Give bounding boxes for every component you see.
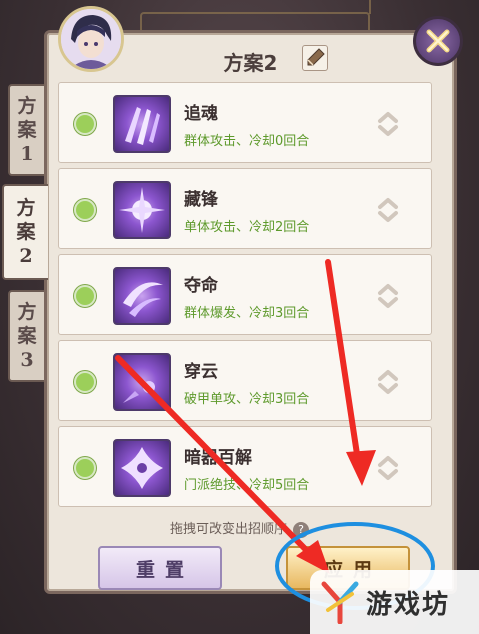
tab-label: 方 — [17, 301, 37, 323]
skill-row[interactable]: 暗器百解 门派绝技、冷却5回合 — [58, 426, 432, 507]
skill-selected-indicator[interactable] — [74, 113, 96, 135]
tab-plan-1[interactable]: 方 案 1 — [8, 84, 46, 176]
tab-label: 案 — [16, 221, 36, 243]
close-icon — [426, 29, 450, 53]
skill-name: 追魂 — [184, 104, 218, 124]
tab-label: 案 — [17, 119, 37, 141]
skill-selected-indicator[interactable] — [74, 285, 96, 307]
skill-name: 暗器百解 — [184, 448, 252, 468]
tab-label: 案 — [17, 325, 37, 347]
rename-button[interactable] — [302, 45, 328, 71]
crescent-slash-icon — [113, 267, 171, 325]
tab-label: 3 — [20, 349, 34, 371]
tab-plan-3[interactable]: 方 案 3 — [8, 290, 46, 382]
skill-selected-indicator[interactable] — [74, 457, 96, 479]
watermark-logo-icon — [321, 581, 359, 624]
skill-row[interactable]: 追魂 群体攻击、冷却0回合 — [58, 82, 432, 163]
skill-selected-indicator[interactable] — [74, 199, 96, 221]
skill-selected-indicator[interactable] — [74, 371, 96, 393]
skill-description: 单体攻击、冷却2回合 — [184, 220, 310, 235]
skill-row[interactable]: 夺命 群体爆发、冷却3回合 — [58, 254, 432, 335]
piercing-strike-icon — [113, 353, 171, 411]
drag-handle-icon[interactable] — [375, 109, 401, 139]
pencil-icon — [307, 48, 325, 66]
skill-name: 藏锋 — [184, 190, 218, 210]
skill-name: 穿云 — [184, 362, 218, 382]
drag-handle-icon[interactable] — [375, 281, 401, 311]
help-icon[interactable]: ? — [293, 521, 309, 538]
skill-row[interactable]: 藏锋 单体攻击、冷却2回合 — [58, 168, 432, 249]
frame-ornament — [140, 12, 370, 30]
skill-description: 破甲单攻、冷却3回合 — [184, 392, 310, 407]
skill-name: 夺命 — [184, 276, 218, 296]
watermark: 游戏坊 — [310, 570, 479, 634]
drag-handle-icon[interactable] — [375, 453, 401, 483]
tab-label: 方 — [17, 95, 37, 117]
tab-plan-2[interactable]: 方 案 2 — [2, 184, 48, 280]
skill-row[interactable]: 穿云 破甲单攻、冷却3回合 — [58, 340, 432, 421]
tab-label: 1 — [20, 143, 34, 165]
tab-label: 2 — [19, 245, 33, 267]
shuriken-icon — [113, 439, 171, 497]
close-button[interactable] — [413, 16, 463, 66]
burst-blades-icon — [113, 181, 171, 239]
skill-description: 群体攻击、冷却0回合 — [184, 134, 310, 149]
drag-handle-icon[interactable] — [375, 367, 401, 397]
hint-text: 拖拽可改变出招顺序 — [169, 522, 287, 537]
claw-slash-icon — [113, 95, 171, 153]
character-avatar — [58, 6, 124, 72]
skill-description: 群体爆发、冷却3回合 — [184, 306, 310, 321]
watermark-text: 游戏坊 — [366, 589, 451, 620]
reorder-hint: 拖拽可改变出招顺序? — [0, 518, 479, 538]
frame-ornament-2 — [369, 0, 379, 14]
reset-button[interactable]: 重置 — [98, 546, 222, 590]
drag-handle-icon[interactable] — [375, 195, 401, 225]
skill-description: 门派绝技、冷却5回合 — [184, 478, 310, 493]
tab-label: 方 — [16, 197, 36, 219]
